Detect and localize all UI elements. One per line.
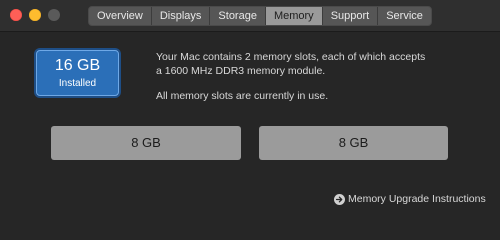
- close-button[interactable]: [10, 9, 22, 21]
- memory-description-line2: a 1600 MHz DDR3 memory module.: [156, 65, 326, 77]
- minimize-button[interactable]: [29, 9, 41, 21]
- memory-slot-2: 8 GB: [259, 126, 448, 160]
- title-bar: Overview Displays Storage Memory Support…: [0, 0, 500, 32]
- memory-upgrade-link[interactable]: Memory Upgrade Instructions: [334, 193, 486, 206]
- arrow-right-circle-icon: [334, 194, 345, 205]
- zoom-button[interactable]: [48, 9, 60, 21]
- memory-upgrade-label: Memory Upgrade Instructions: [348, 193, 486, 205]
- tab-displays[interactable]: Displays: [150, 7, 210, 25]
- memory-slot-1: 8 GB: [51, 126, 241, 160]
- installed-memory-badge: 16 GB Installed: [36, 50, 119, 96]
- tab-bar: Overview Displays Storage Memory Support…: [88, 6, 432, 26]
- tab-overview[interactable]: Overview: [89, 7, 151, 25]
- memory-description-line1: Your Mac contains 2 memory slots, each o…: [156, 51, 426, 63]
- memory-info: Your Mac contains 2 memory slots, each o…: [156, 50, 456, 103]
- tab-storage[interactable]: Storage: [209, 7, 265, 25]
- memory-slots-status: All memory slots are currently in use.: [156, 90, 329, 102]
- tab-service[interactable]: Service: [377, 7, 431, 25]
- tab-support[interactable]: Support: [321, 7, 378, 25]
- installed-memory-label: Installed: [58, 78, 97, 89]
- tab-memory[interactable]: Memory: [264, 7, 322, 25]
- installed-memory-size: 16 GB: [54, 57, 101, 74]
